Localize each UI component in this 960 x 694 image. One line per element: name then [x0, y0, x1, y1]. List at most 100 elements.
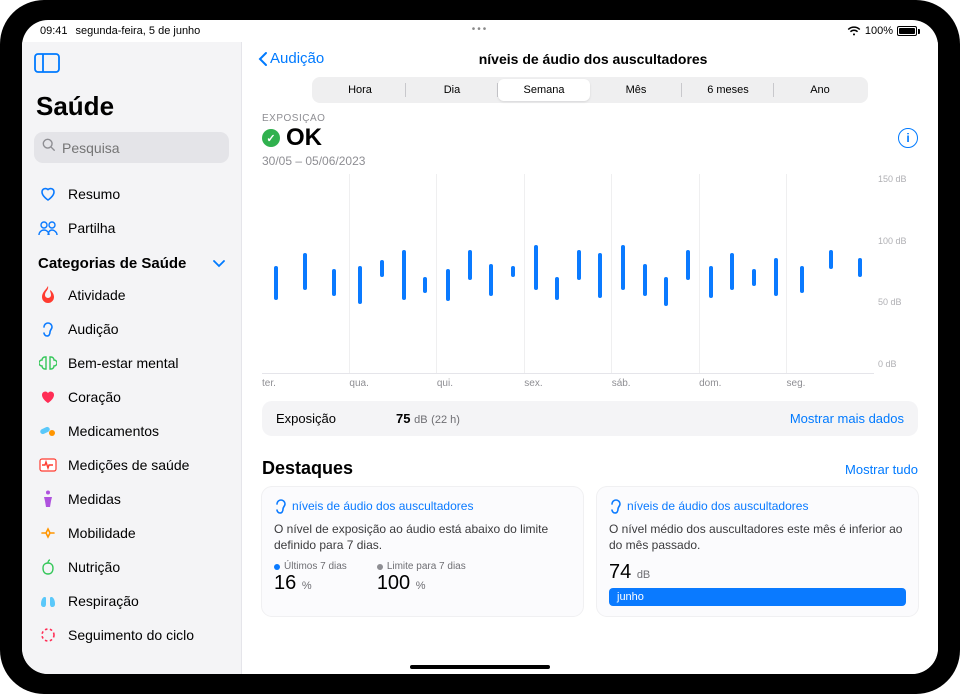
chart-bar	[774, 258, 778, 295]
sidebar-item-respiração[interactable]: Respiração	[34, 584, 229, 618]
multitask-dots-icon[interactable]: •••	[472, 24, 489, 35]
chevron-down-icon	[213, 255, 225, 272]
highlight-card[interactable]: níveis de áudio dos auscultadores O níve…	[597, 487, 918, 616]
sidebar: Saúde ResumoPartilha Categorias de Saúde	[22, 42, 242, 674]
sidebar-item-nutrição[interactable]: Nutrição	[34, 550, 229, 584]
card-desc: O nível médio dos auscultadores este mês…	[609, 521, 906, 553]
people-outline-icon	[38, 218, 58, 238]
x-tick: ter.	[262, 378, 349, 389]
pills-icon	[38, 421, 58, 441]
search-input[interactable]	[34, 132, 229, 163]
card-title: níveis de áudio dos auscultadores	[274, 497, 571, 515]
main-content: Audição níveis de áudio dos auscultadore…	[242, 42, 938, 674]
sidebar-item-bem-estar-mental[interactable]: Bem-estar mental	[34, 346, 229, 380]
chart-bar	[332, 269, 336, 296]
chart-bar	[380, 260, 384, 277]
chart-bar	[303, 253, 307, 290]
chart-bar	[468, 250, 472, 279]
y-tick: 100 dB	[878, 236, 918, 246]
flame-icon	[38, 285, 58, 305]
x-tick: sex.	[524, 378, 611, 389]
chart-bar	[752, 269, 756, 286]
chart-day-column	[612, 174, 700, 373]
seg-dia[interactable]: Dia	[406, 79, 498, 101]
time-range-segcontrol[interactable]: HoraDiaSemanaMês6 mesesAno	[312, 77, 868, 103]
summary-value: 75 dB (22 h)	[396, 411, 460, 426]
card-stat: Limite para 7 dias 100 %	[377, 561, 466, 595]
categories-header[interactable]: Categorias de Saúde	[34, 245, 229, 278]
month-bar: junho	[609, 588, 906, 606]
highlights-title: Destaques	[262, 458, 353, 479]
show-all-link[interactable]: Mostrar tudo	[845, 462, 918, 477]
chart-bar	[598, 253, 602, 298]
category-label: Medições de saúde	[68, 457, 189, 473]
chart-bar	[534, 245, 538, 290]
search-icon	[42, 138, 56, 157]
category-label: Seguimento do ciclo	[68, 627, 194, 643]
y-tick: 150 dB	[878, 174, 918, 184]
seg-semana[interactable]: Semana	[498, 79, 590, 101]
sidebar-item-medidas[interactable]: Medidas	[34, 482, 229, 516]
seg-ano[interactable]: Ano	[774, 79, 866, 101]
sidebar-item-coração[interactable]: Coração	[34, 380, 229, 414]
battery-icon	[897, 26, 920, 36]
vitals-icon	[38, 455, 58, 475]
chart-bar	[358, 266, 362, 303]
brain-icon	[38, 353, 58, 373]
y-tick: 50 dB	[878, 297, 918, 307]
sidebar-item-medições-de-saúde[interactable]: Medições de saúde	[34, 448, 229, 482]
audio-level-chart[interactable]: 150 dB100 dB50 dB0 dB ter.qua.qui.sex.sá…	[262, 174, 918, 389]
nav-label: Partilha	[68, 220, 115, 236]
status-time: 09:41	[40, 25, 68, 37]
category-label: Bem-estar mental	[68, 355, 178, 371]
card-stat: Últimos 7 dias 16 %	[274, 561, 347, 595]
category-label: Respiração	[68, 593, 139, 609]
chart-day-column	[262, 174, 350, 373]
sidebar-item-atividade[interactable]: Atividade	[34, 278, 229, 312]
x-tick: qua.	[349, 378, 436, 389]
seg-6-meses[interactable]: 6 meses	[682, 79, 774, 101]
sidebar-item-mobilidade[interactable]: Mobilidade	[34, 516, 229, 550]
chart-bar	[643, 264, 647, 296]
exposure-label: EXPOSIÇÃO	[262, 113, 918, 124]
cycle-icon	[38, 625, 58, 645]
ear-icon	[38, 319, 58, 339]
sidebar-item-audição[interactable]: Audição	[34, 312, 229, 346]
exposure-status: OK	[286, 124, 322, 152]
category-label: Medicamentos	[68, 423, 159, 439]
chart-day-column	[525, 174, 613, 373]
y-tick: 0 dB	[878, 359, 918, 369]
chart-day-column	[437, 174, 525, 373]
sidebar-nav-partilha[interactable]: Partilha	[34, 211, 229, 245]
card-desc: O nível de exposição ao áudio está abaix…	[274, 521, 571, 553]
seg-mês[interactable]: Mês	[590, 79, 682, 101]
heart-outline-icon	[38, 184, 58, 204]
chart-bar	[621, 245, 625, 290]
x-tick: qui.	[437, 378, 524, 389]
sidebar-nav-resumo[interactable]: Resumo	[34, 177, 229, 211]
chart-bar	[577, 250, 581, 279]
card-title: níveis de áudio dos auscultadores	[609, 497, 906, 515]
apple-icon	[38, 557, 58, 577]
chart-bar	[800, 266, 804, 293]
category-label: Coração	[68, 389, 121, 405]
search-field[interactable]	[62, 140, 242, 156]
chart-bar	[858, 258, 862, 277]
chart-bar	[730, 253, 734, 290]
chart-day-column	[787, 174, 874, 373]
sidebar-item-medicamentos[interactable]: Medicamentos	[34, 414, 229, 448]
nav-label: Resumo	[68, 186, 120, 202]
home-indicator[interactable]	[410, 665, 550, 669]
highlight-card[interactable]: níveis de áudio dos auscultadores O níve…	[262, 487, 583, 616]
category-label: Atividade	[68, 287, 126, 303]
heart-icon	[38, 387, 58, 407]
show-more-data-link[interactable]: Mostrar mais dados	[790, 411, 904, 426]
seg-hora[interactable]: Hora	[314, 79, 406, 101]
wifi-icon	[847, 26, 861, 37]
chart-bar	[423, 277, 427, 293]
category-label: Audição	[68, 321, 119, 337]
sidebar-item-seguimento-do-ciclo[interactable]: Seguimento do ciclo	[34, 618, 229, 652]
sidebar-toggle-icon[interactable]	[34, 52, 60, 74]
chart-day-column	[350, 174, 438, 373]
info-icon[interactable]: i	[898, 128, 918, 148]
